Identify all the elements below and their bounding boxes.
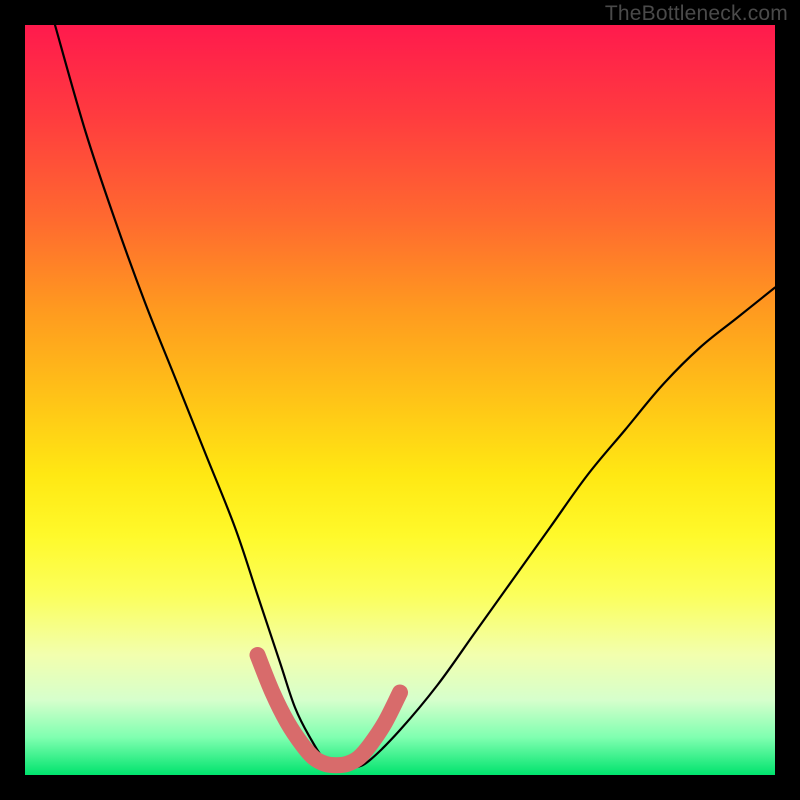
watermark-text: TheBottleneck.com xyxy=(605,2,788,26)
chart-frame: TheBottleneck.com xyxy=(0,0,800,800)
bottleneck-curve xyxy=(55,25,775,769)
plot-area xyxy=(25,25,775,775)
optimal-zone-marker xyxy=(258,655,401,765)
chart-svg xyxy=(25,25,775,775)
